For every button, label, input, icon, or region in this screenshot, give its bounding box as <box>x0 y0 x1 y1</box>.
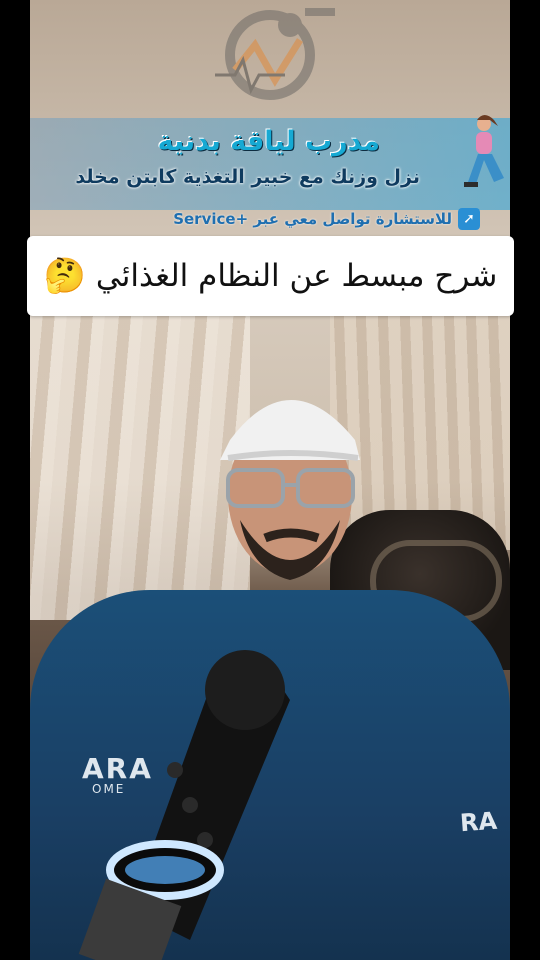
banner-subtitle: نزل وزنك مع خبير التغذية كابتن مخلد <box>75 166 420 188</box>
microphone-icon <box>78 650 290 960</box>
caption-box: 🤔 شرح مبسط عن النظام الغذائي <box>27 236 514 316</box>
fitness-woman-icon <box>464 115 504 187</box>
presenter-head <box>220 400 360 580</box>
consult-row: ➚ للاستشارة تواصل معي عبر +Service <box>173 206 480 232</box>
fitness-logo-icon <box>215 8 335 100</box>
video-frame: مدرب لياقة بدنية نزل وزنك مع خبير التغذي… <box>30 0 510 960</box>
shirt-logo-right: RA <box>459 806 498 838</box>
arrow-up-right-icon: ➚ <box>458 208 480 230</box>
caption-text: شرح مبسط عن النظام الغذائي <box>95 258 498 294</box>
thinking-face-icon: 🤔 <box>43 256 86 296</box>
banner-title: مدرب لياقة بدنية <box>157 126 380 157</box>
consult-text: للاستشارة تواصل معي عبر +Service <box>173 210 452 228</box>
